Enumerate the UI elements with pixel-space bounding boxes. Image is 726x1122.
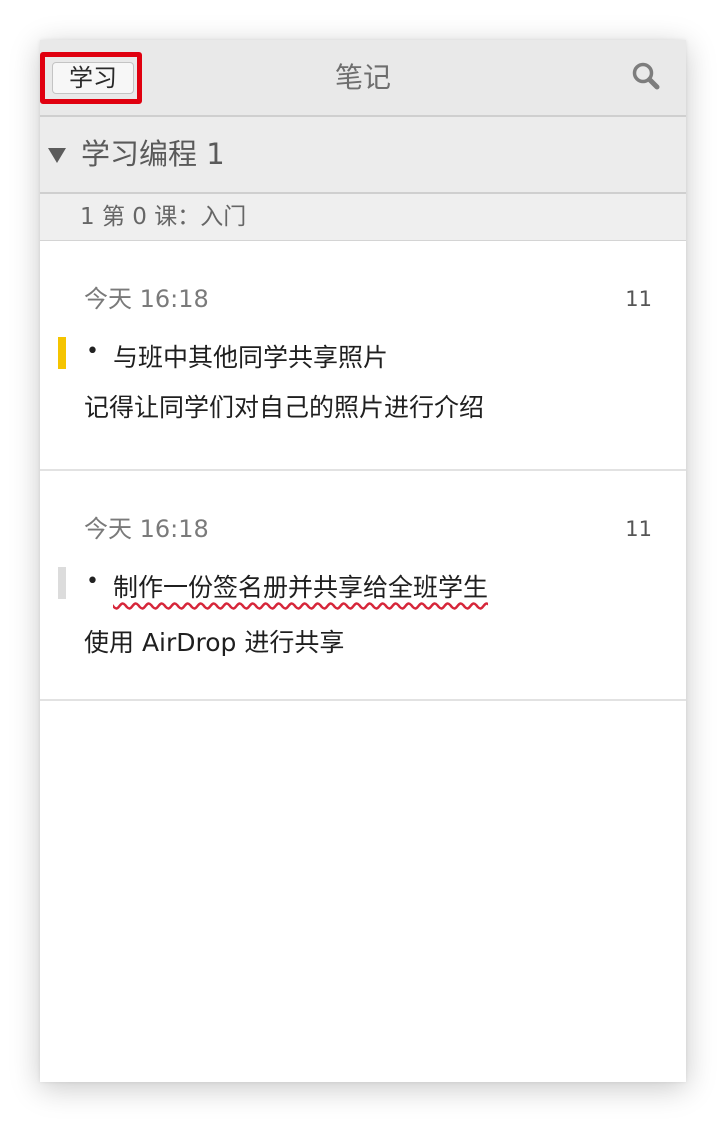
note-body: 记得让同学们对自己的照片进行介绍	[84, 393, 485, 422]
search-button[interactable]	[630, 60, 664, 94]
disclosure-triangle-icon[interactable]	[48, 148, 66, 163]
bullet-icon: •	[86, 339, 99, 364]
note-count: 11	[625, 287, 652, 311]
note-flag-marker	[58, 567, 66, 599]
note-heading: 与班中其他同学共享照片	[113, 343, 389, 372]
section-label: 1 第 0 课：入门	[80, 204, 247, 230]
note-flag-marker	[58, 337, 66, 369]
bullet-icon: •	[86, 569, 99, 594]
note-heading: 制作一份签名册并共享给全班学生	[113, 573, 489, 602]
note-date: 今天 16:18	[84, 515, 209, 543]
note-body: 使用 AirDrop 进行共享	[84, 628, 345, 657]
back-button-highlight: 学习	[40, 52, 142, 104]
toolbar: 学习 笔记	[40, 40, 686, 117]
note-item[interactable]: 今天 16:18 11 • 制作一份签名册并共享给全班学生 使用 AirDrop…	[40, 471, 686, 701]
group-header[interactable]: 学习编程 1	[40, 117, 686, 194]
note-count: 11	[625, 517, 652, 541]
search-icon	[632, 62, 660, 90]
note-item[interactable]: 今天 16:18 11 • 与班中其他同学共享照片 记得让同学们对自己的照片进行…	[40, 241, 686, 471]
note-date: 今天 16:18	[84, 285, 209, 313]
notes-window: 学习 笔记 学习编程 1 1 第 0 课：入门 今天 16:18 11 • 与班…	[40, 40, 686, 1082]
section-header: 1 第 0 课：入门	[40, 194, 686, 241]
back-button[interactable]: 学习	[52, 62, 134, 94]
group-title: 学习编程 1	[81, 137, 225, 171]
